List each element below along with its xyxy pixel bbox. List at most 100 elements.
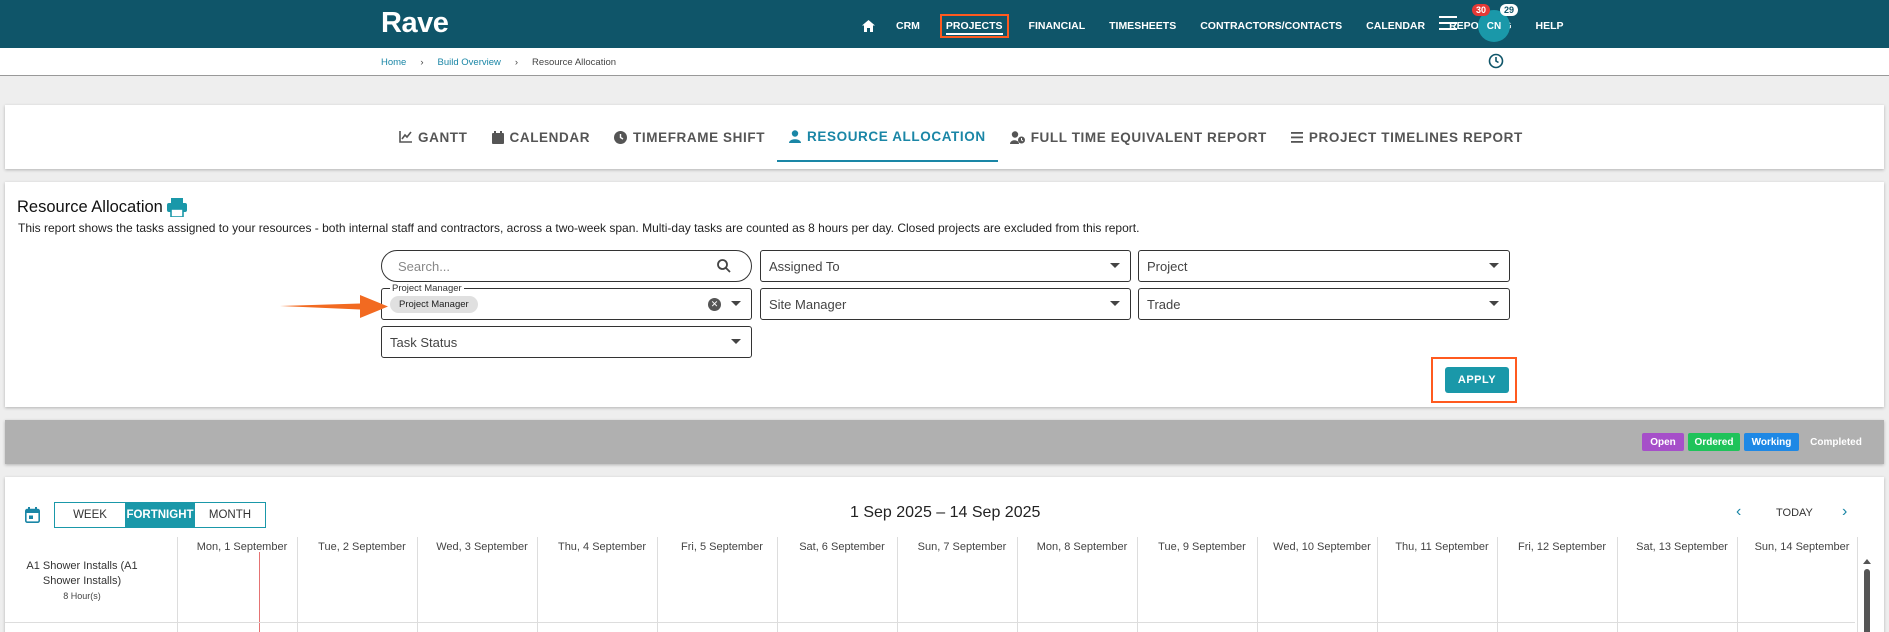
tab-full-time-equivalent-report[interactable]: FULL TIME EQUIVALENT REPORT: [998, 112, 1279, 162]
search-input[interactable]: Search...: [381, 250, 752, 282]
tab-resource-allocation[interactable]: RESOURCE ALLOCATION: [777, 112, 998, 162]
project-select[interactable]: Project: [1138, 250, 1510, 282]
tab-full-time-equivalent-report-label: FULL TIME EQUIVALENT REPORT: [1030, 129, 1267, 145]
grid-line: [1497, 537, 1498, 632]
grid-line: [177, 537, 178, 632]
task-status-select[interactable]: Task Status: [381, 326, 752, 358]
view-week-button[interactable]: WEEK: [55, 503, 125, 527]
day-header: Fri, 5 September: [681, 541, 763, 553]
status-working: Working: [1744, 433, 1799, 451]
vertical-scrollbar[interactable]: [1862, 559, 1872, 632]
user-clock-icon: [1009, 130, 1025, 144]
status-open: Open: [1642, 433, 1684, 451]
nav-projects[interactable]: PROJECTS: [939, 14, 1009, 38]
message-badge[interactable]: 29: [1500, 4, 1519, 16]
project-manager-select[interactable]: Project Manager Project Manager ✕: [381, 283, 752, 320]
top-navigation-bar: Rave CRM PROJECTS FINANCIAL TIMESHEETS C…: [0, 0, 1889, 48]
day-header: Thu, 4 September: [557, 541, 647, 553]
history-clock-icon[interactable]: [1488, 53, 1504, 74]
date-range-title: 1 Sep 2025 – 14 Sep 2025: [850, 504, 1041, 521]
clear-icon[interactable]: ✕: [708, 298, 721, 311]
current-time-line: [259, 552, 260, 632]
grid-line: [1137, 537, 1138, 632]
nav-contractors-contacts[interactable]: CONTRACTORS/CONTACTS: [1196, 15, 1346, 37]
search-placeholder: Search...: [398, 258, 451, 274]
list-icon: [1290, 131, 1303, 143]
day-header: Sat, 13 September: [1636, 541, 1728, 553]
calendar-icon: [491, 130, 504, 144]
day-header: Mon, 1 September: [196, 541, 288, 553]
breadcrumb-separator: ›: [420, 57, 424, 68]
page-title-text: Resource Allocation: [17, 198, 163, 216]
app-logo[interactable]: Rave: [381, 7, 449, 40]
tab-timeframe-shift-label: TIMEFRAME SHIFT: [633, 129, 766, 145]
day-header: Wed, 10 September: [1273, 541, 1371, 553]
nav-calendar[interactable]: CALENDAR: [1362, 15, 1429, 37]
grid-line: [1257, 537, 1258, 632]
notification-badge[interactable]: 30: [1472, 4, 1491, 16]
grid-line: [657, 537, 658, 632]
status-legend-card: Open Ordered Working Completed: [5, 420, 1884, 464]
day-header: Tue, 2 September: [318, 541, 406, 553]
breadcrumb-current: Resource Allocation: [532, 57, 617, 68]
day-header: Tue, 9 September: [1158, 541, 1246, 553]
home-icon[interactable]: [858, 16, 878, 36]
grid-line: [1617, 537, 1618, 632]
status-completed: Completed: [1810, 436, 1862, 448]
nav-crm[interactable]: CRM: [892, 15, 924, 37]
project-manager-chip[interactable]: Project Manager: [390, 295, 478, 313]
view-month-button[interactable]: MONTH: [195, 503, 265, 527]
tab-gantt-label: GANTT: [418, 129, 468, 145]
print-icon[interactable]: [166, 198, 187, 217]
breadcrumb: Home › Build Overview › Resource Allocat…: [381, 57, 616, 68]
view-fortnight-button[interactable]: FORTNIGHT: [125, 503, 195, 527]
prev-icon[interactable]: ‹: [1736, 503, 1741, 521]
today-button[interactable]: TODAY: [1776, 507, 1813, 519]
task-status-value: Task Status: [390, 334, 458, 350]
annotation-arrow-icon: [280, 295, 388, 318]
assigned-to-value: Assigned To: [769, 258, 840, 274]
tab-resource-allocation-label: RESOURCE ALLOCATION: [807, 128, 986, 144]
menu-icon[interactable]: [1439, 16, 1457, 30]
status-ordered: Ordered: [1688, 433, 1740, 451]
site-manager-value: Site Manager: [769, 296, 847, 312]
nav-timesheets[interactable]: TIMESHEETS: [1105, 15, 1180, 37]
day-header: Sun, 14 September: [1754, 541, 1850, 553]
tab-timeframe-shift[interactable]: TIMEFRAME SHIFT: [602, 112, 777, 162]
chevron-down-icon: [731, 339, 741, 344]
search-icon[interactable]: [717, 259, 731, 273]
grid-line: [1377, 537, 1378, 632]
tab-project-timelines-report[interactable]: PROJECT TIMELINES REPORT: [1279, 112, 1535, 162]
chevron-down-icon: [1489, 263, 1499, 268]
grid-line: [777, 537, 778, 632]
allocation-calendar: WEEK FORTNIGHT MONTH 1 Sep 2025 – 14 Sep…: [5, 477, 1884, 632]
tab-gantt[interactable]: GANTT: [387, 112, 480, 162]
day-header: Fri, 12 September: [1517, 541, 1607, 553]
grid-line: [417, 537, 418, 632]
day-header: Sun, 7 September: [917, 541, 1007, 553]
grid-line: [1017, 537, 1018, 632]
day-header: Mon, 8 September: [1036, 541, 1128, 553]
breadcrumb-separator: ›: [514, 57, 519, 68]
project-value: Project: [1147, 258, 1188, 274]
grid-line: [1857, 537, 1858, 632]
site-manager-select[interactable]: Site Manager: [760, 288, 1131, 320]
assigned-to-select[interactable]: Assigned To: [760, 250, 1131, 282]
apply-button[interactable]: APPLY: [1445, 367, 1509, 393]
resource-hours: 8 Hour(s): [63, 591, 101, 601]
trade-select[interactable]: Trade: [1138, 288, 1510, 320]
clock-icon: [614, 130, 628, 144]
view-toggle: WEEK FORTNIGHT MONTH: [54, 502, 266, 528]
breadcrumb-build-overview[interactable]: Build Overview: [438, 57, 501, 68]
day-header: Sat, 6 September: [799, 541, 885, 553]
trade-value: Trade: [1147, 296, 1181, 312]
breadcrumb-home[interactable]: Home: [381, 57, 406, 68]
nav-financial[interactable]: FINANCIAL: [1025, 15, 1090, 37]
next-icon[interactable]: ›: [1842, 503, 1847, 521]
nav-help[interactable]: HELP: [1532, 15, 1568, 37]
tab-calendar[interactable]: CALENDAR: [480, 112, 603, 162]
chart-line-icon: [399, 131, 412, 143]
page-title: Resource Allocation: [17, 198, 187, 217]
calendar-icon[interactable]: [25, 507, 40, 523]
person-icon: [789, 129, 802, 143]
